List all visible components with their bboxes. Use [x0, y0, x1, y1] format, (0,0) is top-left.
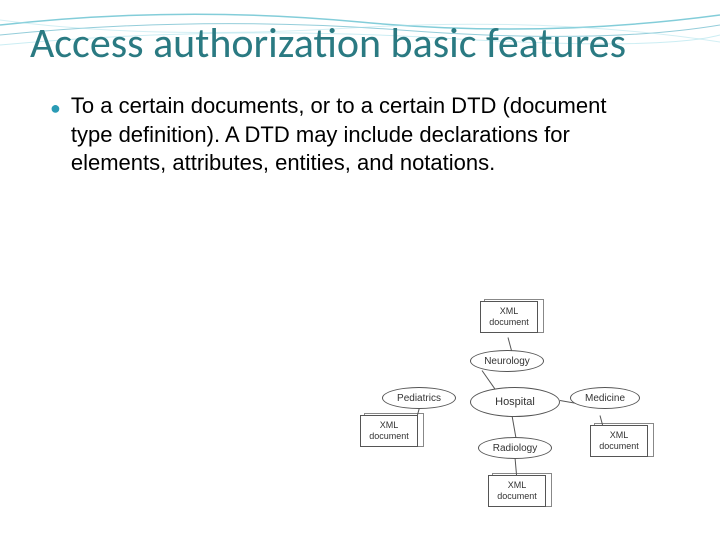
node-label: Medicine — [585, 393, 625, 404]
hospital-diagram: XML document Neurology XML document Pedi… — [360, 295, 660, 520]
node-hospital: Hospital — [470, 387, 560, 417]
xml-doc-label: XML document — [489, 306, 529, 327]
xml-doc-label: XML document — [599, 430, 639, 451]
node-label: Pediatrics — [397, 393, 441, 404]
bullet-icon: ● — [50, 94, 61, 122]
bullet-text: To a certain documents, or to a certain … — [71, 92, 650, 178]
node-label: Neurology — [484, 356, 530, 367]
node-neurology: Neurology — [470, 350, 544, 372]
node-label: Hospital — [495, 396, 535, 408]
xml-doc-bottom: XML document — [488, 475, 546, 507]
xml-doc-right: XML document — [590, 425, 648, 457]
xml-doc-top: XML document — [480, 301, 538, 333]
xml-doc-label: XML document — [369, 420, 409, 441]
xml-doc-label: XML document — [497, 480, 537, 501]
slide-content: Access authorization basic features ● To… — [0, 0, 720, 540]
node-pediatrics: Pediatrics — [382, 387, 456, 409]
node-radiology: Radiology — [478, 437, 552, 459]
node-medicine: Medicine — [570, 387, 640, 409]
node-label: Radiology — [493, 443, 537, 454]
bullet-item: ● To a certain documents, or to a certai… — [50, 92, 650, 178]
slide-title: Access authorization basic features — [30, 20, 690, 68]
bullet-list: ● To a certain documents, or to a certai… — [50, 92, 650, 178]
xml-doc-left: XML document — [360, 415, 418, 447]
